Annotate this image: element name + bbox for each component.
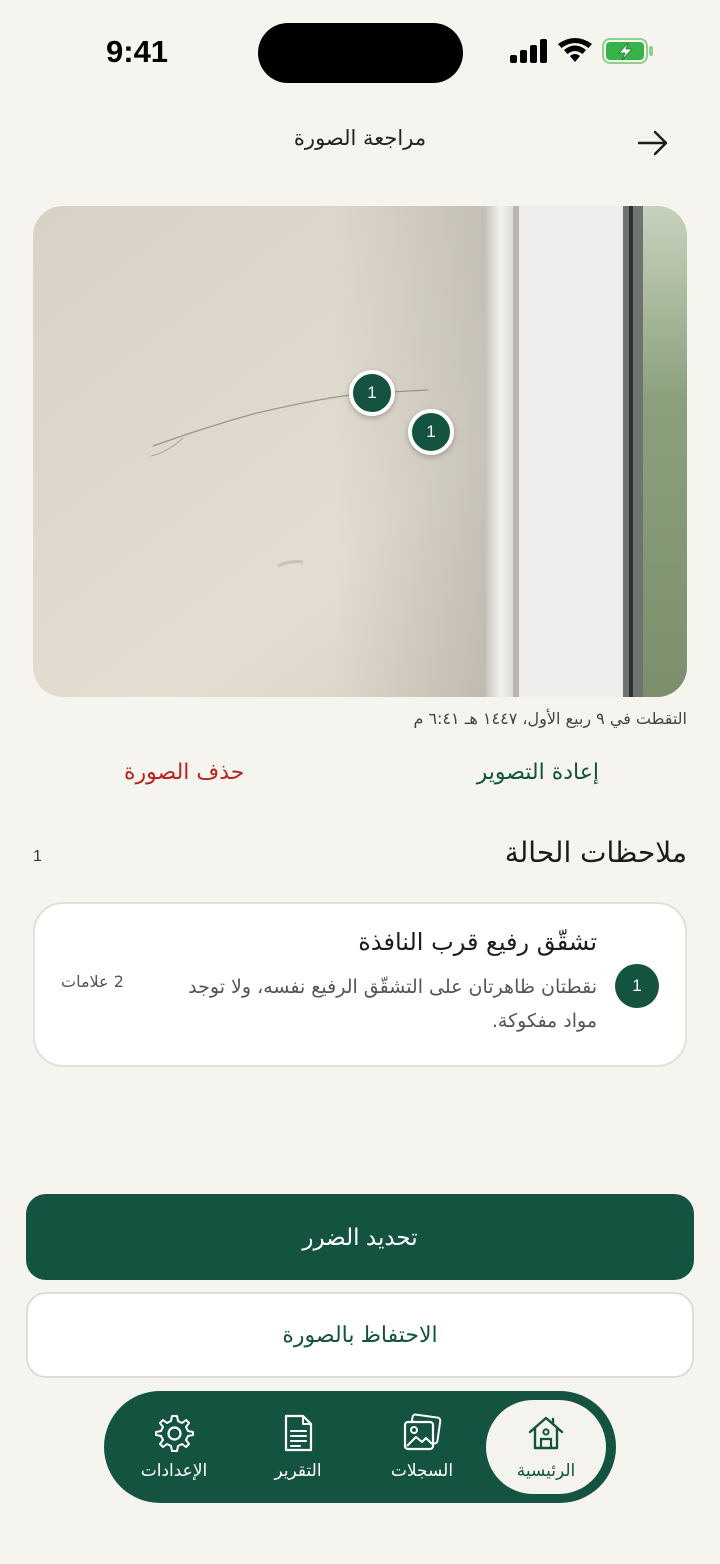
page-title: مراجعة الصورة <box>293 126 427 150</box>
tab-home[interactable]: الرئيسية <box>486 1400 606 1494</box>
notes-section-title: ملاحظات الحالة <box>504 836 687 869</box>
wall-photo <box>33 206 687 697</box>
photo-marker[interactable]: 1 <box>408 409 454 455</box>
mark-damage-button[interactable]: تحديد الضرر <box>26 1194 694 1280</box>
note-marks-count: 2 علامات <box>61 972 124 991</box>
dynamic-island <box>258 23 463 83</box>
gear-icon <box>155 1415 194 1452</box>
document-icon <box>284 1414 313 1452</box>
home-icon <box>528 1416 564 1450</box>
tab-label: التقرير <box>274 1461 322 1481</box>
keep-photo-button[interactable]: الاحتفاظ بالصورة <box>26 1292 694 1378</box>
status-bar: 9:41 <box>0 0 720 104</box>
signal-icon <box>510 39 547 63</box>
battery-charging-icon <box>602 38 653 64</box>
note-card[interactable]: 1 تشقّق رفيع قرب النافذة نقطتان ظاهرتان … <box>33 902 687 1067</box>
tab-label: السجلات <box>390 1461 454 1481</box>
wifi-icon <box>558 38 592 62</box>
header: مراجعة الصورة <box>0 112 720 172</box>
status-icons <box>510 38 654 64</box>
tab-records[interactable]: السجلات <box>362 1391 482 1503</box>
photo-preview[interactable]: 1 1 <box>33 206 687 697</box>
photo-timestamp: التقطت في ٩ ربيع الأول، ١٤٤٧ هـ ٦:٤١ م <box>413 709 687 728</box>
note-body: نقطتان ظاهرتان على التشقّق الرفيع نفسه، … <box>188 976 597 1032</box>
gallery-icon <box>403 1413 442 1451</box>
tab-bar: الرئيسية السجلات التقرير الإعدادات <box>104 1391 616 1503</box>
tab-label: الرئيسية <box>516 1461 576 1481</box>
delete-photo-button[interactable]: حذف الصورة <box>124 760 244 785</box>
note-number-badge: 1 <box>615 964 659 1008</box>
tab-report[interactable]: التقرير <box>238 1391 358 1503</box>
photo-marker[interactable]: 1 <box>349 370 395 416</box>
back-arrow-icon[interactable] <box>636 128 670 158</box>
tab-label: الإعدادات <box>140 1461 208 1481</box>
retake-button[interactable]: إعادة التصوير <box>477 760 599 785</box>
note-heading: تشقّق رفيع قرب النافذة <box>358 928 597 956</box>
status-time: 9:41 <box>106 34 169 69</box>
tab-settings[interactable]: الإعدادات <box>114 1391 234 1503</box>
notes-count: 1 <box>33 848 42 865</box>
